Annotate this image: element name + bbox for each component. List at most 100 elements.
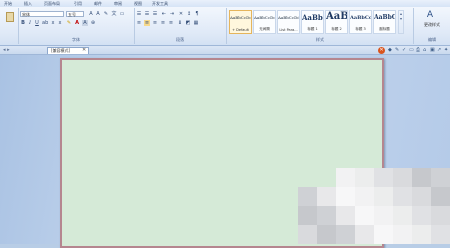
style-heading-3[interactable]: AaBbCcI 标题 3	[349, 10, 372, 34]
style-heading-1[interactable]: AaBbC 标题 1	[301, 10, 324, 34]
mosaic-tile	[317, 206, 336, 225]
mosaic-tile	[317, 225, 336, 244]
sort-icon[interactable]: ↕	[186, 11, 192, 17]
pin-icon[interactable]: ↗	[437, 47, 441, 54]
font-group: 宋体 五号 A A ✎ 文 ▭ B I U ab x x ✎ A A ⊕ 字体	[18, 8, 135, 44]
menu-view[interactable]: 视图	[134, 0, 142, 7]
clear-format-icon[interactable]: ✎	[103, 11, 109, 17]
numbering-icon[interactable]: ☰	[144, 11, 150, 17]
borders-icon[interactable]: ▦	[193, 20, 199, 26]
edit-group-label: 编辑	[428, 37, 436, 42]
style-name: List Para...	[279, 28, 298, 32]
style-name: 副标题	[379, 27, 390, 31]
menu-page-layout[interactable]: 页面布局	[44, 0, 60, 7]
mosaic-tile	[298, 225, 317, 244]
shading-icon[interactable]: ◩	[185, 20, 191, 26]
enclose-char-icon[interactable]: ⊕	[90, 20, 96, 26]
style-subtitle[interactable]: AaBbCc 副标题	[373, 10, 396, 34]
bullets-icon[interactable]: ☰	[136, 11, 142, 17]
font-group-label: 字体	[72, 37, 80, 42]
bold-icon[interactable]: B	[20, 20, 26, 26]
shrink-font-icon[interactable]: A	[95, 11, 101, 17]
print-icon[interactable]: ⎙	[416, 47, 420, 54]
tab-scroll-icon[interactable]: ◂ ▸	[3, 46, 10, 54]
mosaic-tile	[355, 206, 374, 225]
mosaic-tile	[336, 225, 355, 244]
multilevel-list-icon[interactable]: ☰	[152, 11, 158, 17]
char-border-icon[interactable]: ▭	[119, 11, 125, 17]
style-preview: AaBl	[326, 11, 348, 22]
pen-icon[interactable]: ✎	[395, 47, 399, 54]
tab-close-icon[interactable]: ✕	[82, 46, 86, 54]
italic-icon[interactable]: I	[27, 20, 33, 26]
distributed-icon[interactable]: ≡	[168, 20, 174, 26]
menu-review[interactable]: 审阅	[114, 0, 122, 7]
change-styles-label[interactable]: 更改样式	[414, 22, 450, 28]
phonetic-icon[interactable]: 文	[111, 11, 117, 17]
paste-icon[interactable]	[6, 12, 14, 22]
save-icon[interactable]: ▣	[430, 47, 435, 54]
paragraph-group: ☰ ☰ ☰ ⇤ ⇥ ✕ ↕ ¶ ≡ ≡ ≡ ≡ ≡ ↨ ◩ ▦ 段落	[134, 8, 227, 44]
font-size-field[interactable]: 五号	[66, 11, 84, 17]
mark-icon[interactable]: ◆	[388, 47, 392, 54]
change-styles-icon[interactable]: A	[423, 10, 437, 21]
font-color-icon[interactable]: A	[74, 20, 80, 26]
close-icon[interactable]: ✕	[378, 47, 385, 54]
style-heading-2[interactable]: AaBl 标题 2	[325, 10, 348, 34]
menu-developer[interactable]: 开发工具	[152, 0, 168, 7]
style-preview: AaBbCcI	[350, 15, 372, 21]
mosaic-tile	[393, 206, 412, 225]
grow-font-icon[interactable]: A	[88, 11, 94, 17]
styles-group-label: 样式	[316, 37, 324, 42]
subscript-icon[interactable]: x	[50, 20, 56, 26]
menu-insert[interactable]: 插入	[24, 0, 32, 7]
style-preview: AaBbC	[302, 13, 323, 22]
style-preview: AaBbCc	[374, 14, 395, 21]
mosaic-tile	[393, 225, 412, 244]
line-spacing-icon[interactable]: ↨	[177, 20, 183, 26]
underline-icon[interactable]: U	[34, 20, 40, 26]
menu-home[interactable]: 开始	[4, 0, 12, 7]
char-shading-icon[interactable]: A	[82, 20, 88, 26]
highlight-icon[interactable]: ✎	[66, 20, 72, 26]
window-icon[interactable]: ▭	[409, 47, 414, 54]
align-center-icon[interactable]: ≡	[144, 20, 150, 26]
superscript-icon[interactable]: x	[57, 20, 63, 26]
mosaic-tile	[374, 187, 393, 206]
strikethrough-icon[interactable]: ab	[42, 20, 48, 26]
style-name: 标题 1	[307, 27, 318, 31]
clipboard-group	[0, 8, 19, 44]
mosaic-tile	[355, 168, 374, 187]
style-default[interactable]: AaBbCcDc + Default	[229, 10, 252, 34]
style-name: + Default	[232, 28, 249, 32]
mosaic-tile	[298, 187, 317, 206]
mosaic-tile	[431, 187, 450, 206]
settings-icon[interactable]: ✦	[444, 47, 448, 54]
show-marks-icon[interactable]: ¶	[194, 11, 200, 17]
align-left-icon[interactable]: ≡	[136, 20, 142, 26]
mosaic-tile	[412, 206, 431, 225]
style-no-spacing[interactable]: AaBbCcDc 无间隔	[253, 10, 276, 34]
decrease-indent-icon[interactable]: ⇤	[161, 11, 167, 17]
mosaic-tile	[374, 225, 393, 244]
tab-document-label: [兼容模式]	[51, 48, 71, 53]
mosaic-watermark	[298, 168, 450, 244]
menu-mailings[interactable]: 邮件	[94, 0, 102, 7]
align-right-icon[interactable]: ≡	[152, 20, 158, 26]
view-toolbar: ✕ ◆ ✎ ✓ ▭ ⎙ ⌂ ▣ ↗ ✦	[378, 47, 450, 54]
justify-icon[interactable]: ≡	[160, 20, 166, 26]
font-name-field[interactable]: 宋体	[20, 11, 64, 17]
styles-group: AaBbCcDc + Default AaBbCcDc 无间隔 AaBbCcDd…	[227, 8, 414, 44]
chinese-layout-icon[interactable]: ✕	[178, 11, 184, 17]
check-icon[interactable]: ✓	[402, 47, 406, 54]
edit-group: A 更改样式 编辑	[414, 8, 450, 44]
menu-references[interactable]: 引用	[74, 0, 82, 7]
mosaic-tile	[374, 206, 393, 225]
lock-icon[interactable]: ⌂	[423, 47, 426, 54]
mosaic-tile	[336, 187, 355, 206]
increase-indent-icon[interactable]: ⇥	[169, 11, 175, 17]
styles-scroll[interactable]: ▴ ▾	[398, 10, 404, 34]
style-name: 无间隔	[259, 27, 270, 31]
style-list-paragraph[interactable]: AaBbCcDd List Para...	[277, 10, 300, 34]
style-preview: AaBbCcDc	[230, 15, 252, 20]
